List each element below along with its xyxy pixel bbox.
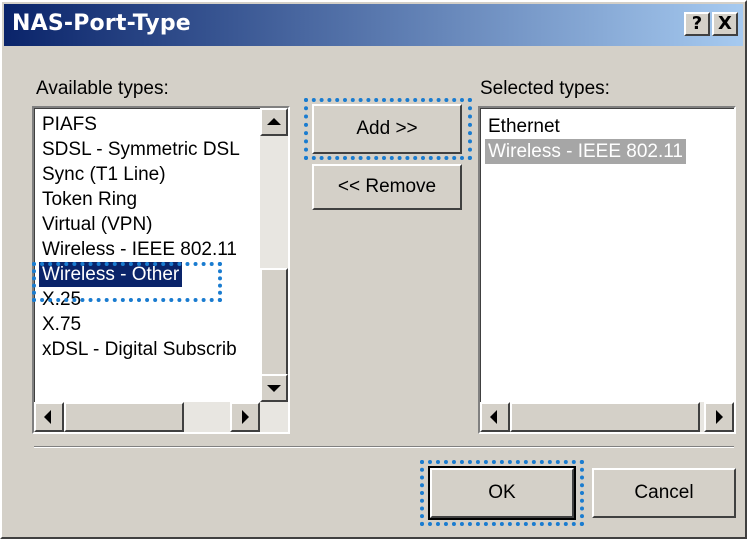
- close-button[interactable]: X: [712, 12, 738, 36]
- list-item[interactable]: Ethernet: [488, 114, 560, 139]
- selected-types-list[interactable]: Ethernet Wireless - IEEE 802.11: [478, 106, 736, 434]
- ok-button[interactable]: OK: [428, 466, 576, 520]
- list-item[interactable]: X.75: [42, 312, 81, 337]
- scroll-left-button[interactable]: [480, 402, 510, 432]
- list-item[interactable]: Sync (T1 Line): [42, 162, 166, 187]
- cancel-button[interactable]: Cancel: [592, 468, 736, 518]
- dialog-title: NAS-Port-Type: [12, 11, 191, 36]
- arrow-left-icon: [490, 410, 497, 424]
- available-types-label: Available types:: [36, 78, 169, 99]
- nas-port-type-dialog: NAS-Port-Type ? X Available types: PIAFS…: [0, 0, 747, 539]
- remove-button[interactable]: << Remove: [312, 164, 462, 210]
- arrow-right-icon: [716, 410, 723, 424]
- horizontal-scroll-thumb[interactable]: [510, 402, 700, 432]
- arrow-left-icon: [44, 410, 51, 424]
- scroll-right-button[interactable]: [230, 402, 260, 432]
- list-item[interactable]: xDSL - Digital Subscrib: [42, 337, 237, 362]
- list-item[interactable]: SDSL - Symmetric DSL: [42, 137, 240, 162]
- list-item[interactable]: X.25: [42, 287, 81, 312]
- arrow-up-icon: [267, 118, 281, 125]
- scroll-up-button[interactable]: [260, 108, 288, 136]
- help-button[interactable]: ?: [684, 12, 710, 36]
- scroll-down-button[interactable]: [260, 374, 288, 402]
- list-item[interactable]: Wireless - IEEE 802.11: [42, 237, 237, 262]
- list-item-selected[interactable]: Wireless - IEEE 802.11: [485, 139, 687, 164]
- available-types-list[interactable]: PIAFS SDSL - Symmetric DSL Sync (T1 Line…: [32, 106, 290, 434]
- title-bar: NAS-Port-Type ? X: [4, 4, 743, 46]
- list-item[interactable]: PIAFS: [42, 112, 97, 137]
- scroll-thumb[interactable]: [260, 268, 288, 378]
- separator-highlight: [34, 447, 734, 448]
- list-item[interactable]: Virtual (VPN): [42, 212, 153, 237]
- selected-types-label: Selected types:: [480, 78, 610, 99]
- list-item[interactable]: Token Ring: [42, 187, 137, 212]
- scroll-right-button[interactable]: [704, 402, 734, 432]
- add-button[interactable]: Add >>: [312, 104, 462, 154]
- scroll-left-button[interactable]: [34, 402, 64, 432]
- arrow-right-icon: [242, 410, 249, 424]
- list-item-selected[interactable]: Wireless - Other: [39, 262, 183, 287]
- arrow-down-icon: [267, 385, 281, 392]
- horizontal-scroll-thumb[interactable]: [64, 402, 184, 432]
